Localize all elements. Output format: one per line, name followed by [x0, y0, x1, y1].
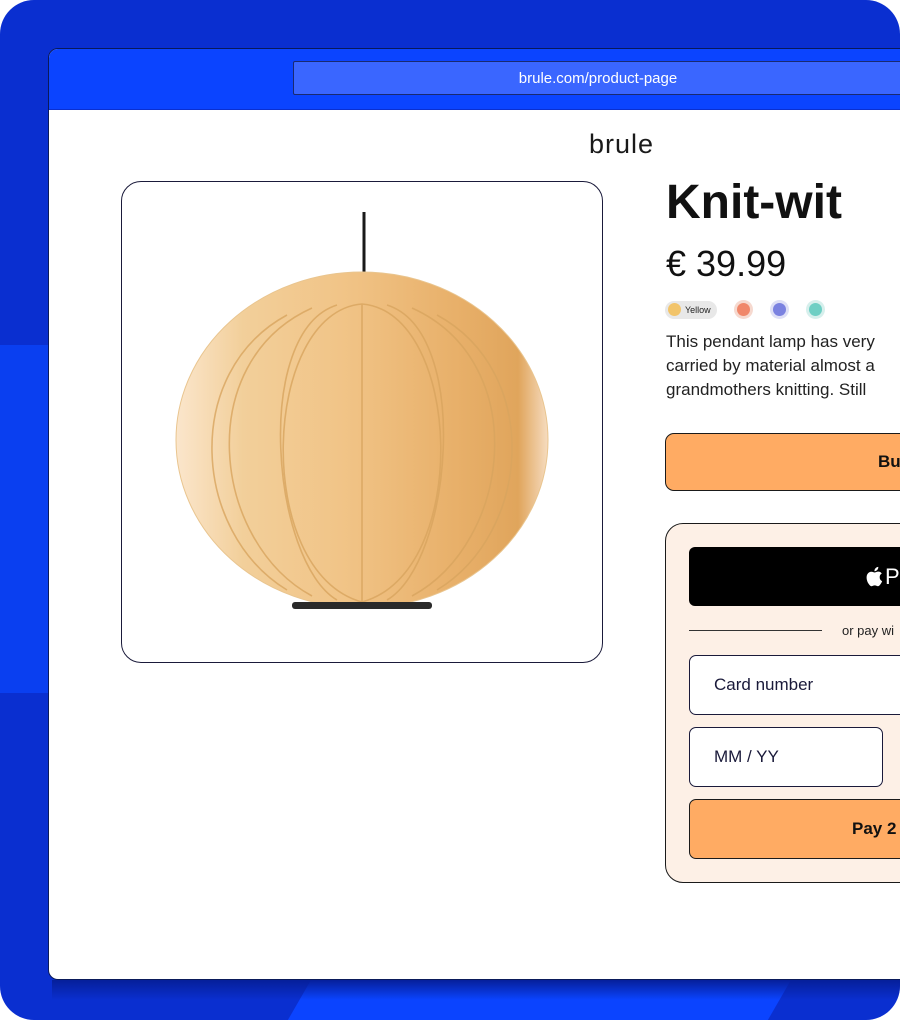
apple-pay-button[interactable]: P	[689, 547, 900, 606]
color-swatch-blue[interactable]	[769, 300, 789, 319]
url-text: brule.com/product-page	[518, 69, 678, 87]
color-swatch-teal[interactable]	[805, 300, 825, 319]
teal-dot-icon	[808, 303, 822, 316]
color-swatches: Yellow	[665, 300, 842, 319]
description-line: grandmothers knitting. Still	[666, 380, 867, 399]
blue-dot-icon	[772, 303, 786, 316]
buy-button[interactable]: Bu	[665, 433, 900, 491]
card-number-field[interactable]: Card number	[689, 655, 900, 715]
browser-window: brule.com/product-page brule Knit-wit € …	[48, 48, 900, 980]
product-image-card[interactable]	[121, 181, 603, 663]
apple-icon	[866, 566, 883, 587]
browser-toolbar: brule.com/product-page	[49, 49, 900, 110]
description-line: carried by material almost a	[666, 356, 875, 375]
payment-panel: P or pay wi Card number MM / YY Pay 2	[665, 523, 900, 883]
divider-line	[689, 630, 822, 631]
color-swatch-yellow[interactable]: Yellow	[665, 300, 717, 319]
card-number-placeholder: Card number	[714, 675, 814, 694]
color-swatch-orange[interactable]	[733, 300, 753, 319]
product-title: Knit-wit	[666, 176, 842, 229]
yellow-dot-icon	[668, 303, 681, 316]
or-pay-with-label: or pay wi	[842, 623, 895, 638]
expiry-field[interactable]: MM / YY	[689, 727, 883, 787]
expiry-placeholder: MM / YY	[714, 747, 779, 766]
window-shadow	[52, 980, 900, 1000]
brand-logo[interactable]: brule	[589, 129, 654, 160]
pendant-lamp-icon	[175, 212, 549, 609]
color-label: Yellow	[685, 304, 711, 315]
orange-dot-icon	[736, 303, 750, 316]
product-description: This pendant lamp has very carried by ma…	[666, 330, 875, 402]
product-price: € 39.99	[666, 243, 787, 284]
description-line: This pendant lamp has very	[666, 332, 875, 351]
apple-pay-label: P	[885, 563, 900, 589]
pay-button[interactable]: Pay 2	[689, 799, 900, 859]
address-bar[interactable]: brule.com/product-page	[293, 61, 900, 95]
device-frame: brule.com/product-page brule Knit-wit € …	[0, 0, 900, 1020]
